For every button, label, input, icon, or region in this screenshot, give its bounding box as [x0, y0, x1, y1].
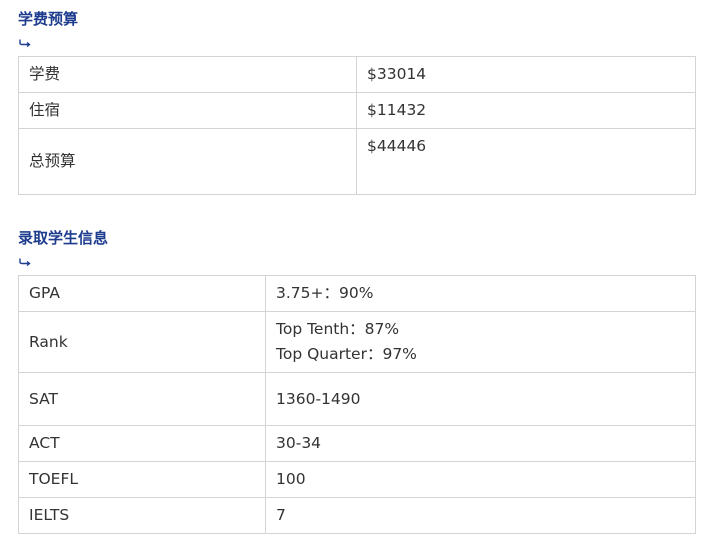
table-row: ACT 30-34 [18, 425, 696, 462]
return-arrow-icon [19, 258, 31, 266]
table-row: 学费 $33014 [18, 56, 696, 93]
ielts-value-cell: 7 [265, 497, 696, 534]
toefl-label-cell: TOEFL [18, 461, 266, 498]
housing-label-cell: 住宿 [18, 92, 357, 129]
tuition-section-title: 学费预算 [18, 10, 79, 28]
table-row: IELTS 7 [18, 497, 696, 534]
ielts-label-cell: IELTS [18, 497, 266, 534]
gpa-value-cell: 3.75+：90% [265, 275, 696, 312]
toefl-value-cell: 100 [265, 461, 696, 498]
table-row: 总预算 $44446 [18, 128, 696, 195]
rank-top-quarter-text: Top Quarter：97% [276, 345, 417, 363]
table-row: GPA 3.75+：90% [18, 275, 696, 312]
return-arrow-icon [19, 39, 31, 47]
rank-label-cell: Rank [18, 311, 266, 373]
sat-label-cell: SAT [18, 372, 266, 426]
tuition-label-cell: 学费 [18, 56, 357, 93]
table-row: 住宿 $11432 [18, 92, 696, 129]
table-row: SAT 1360-1490 [18, 372, 696, 426]
tuition-budget-table: 学费 $33014 住宿 $11432 总预算 $44446 [18, 56, 696, 195]
rank-value-cell: Top Tenth：87% Top Quarter：97% [265, 311, 696, 373]
total-budget-label-cell: 总预算 [18, 128, 357, 195]
admission-stats-table: GPA 3.75+：90% Rank Top Tenth：87% Top Qua… [18, 275, 696, 534]
tuition-value-cell: $33014 [356, 56, 696, 93]
rank-top-tenth-text: Top Tenth：87% [276, 320, 400, 338]
admission-section-title: 录取学生信息 [18, 229, 109, 247]
gpa-label-cell: GPA [18, 275, 266, 312]
total-budget-value-cell: $44446 [356, 128, 696, 195]
sat-value-cell: 1360-1490 [265, 372, 696, 426]
table-row: TOEFL 100 [18, 461, 696, 498]
act-label-cell: ACT [18, 425, 266, 462]
housing-value-cell: $11432 [356, 92, 696, 129]
table-row: Rank Top Tenth：87% Top Quarter：97% [18, 311, 696, 373]
act-value-cell: 30-34 [265, 425, 696, 462]
